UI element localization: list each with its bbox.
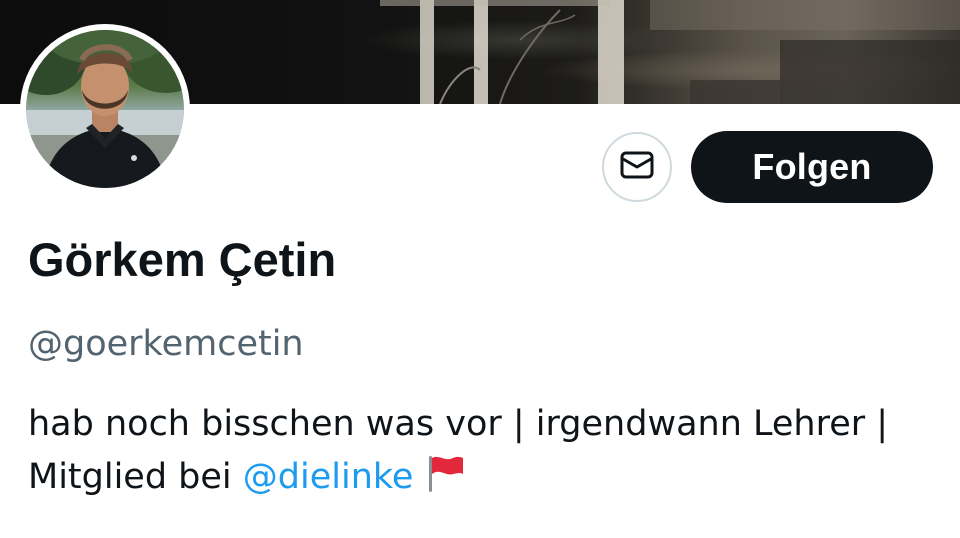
- profile-header: Folgen Görkem Çetin @goerkemcetin hab no…: [0, 0, 960, 538]
- envelope-icon: [620, 150, 654, 185]
- profile-bio: hab noch bisschen was vor | irgendwann L…: [28, 398, 948, 510]
- display-name: Görkem Çetin: [28, 233, 337, 286]
- avatar-photo: [26, 30, 184, 188]
- follow-button-label: Folgen: [752, 146, 872, 187]
- bio-line-2: Mitglied bei @dielinke: [28, 451, 948, 510]
- red-flag-icon: [423, 452, 465, 510]
- bio-line-1: hab noch bisschen was vor | irgendwann L…: [28, 404, 889, 444]
- mention-link[interactable]: @dielinke: [243, 457, 414, 497]
- profile-avatar[interactable]: [20, 24, 190, 194]
- user-handle: @goerkemcetin: [28, 324, 304, 364]
- bio-text-prefix: Mitglied bei: [28, 457, 243, 497]
- message-button[interactable]: [602, 132, 672, 202]
- follow-button[interactable]: Folgen: [691, 131, 933, 203]
